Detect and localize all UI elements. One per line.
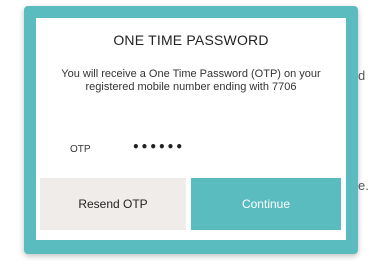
background-text-fragment: e. [358,178,369,193]
resend-otp-button[interactable]: Resend OTP [40,178,186,230]
dialog-title: ONE TIME PASSWORD [113,32,269,48]
otp-input[interactable] [132,138,232,156]
otp-dialog: ONE TIME PASSWORD You will receive a One… [36,18,346,240]
otp-label: OTP [70,144,91,155]
continue-button[interactable]: Continue [191,178,341,230]
background-text-fragment: d [358,68,366,83]
dialog-message: You will receive a One Time Password (OT… [61,68,321,93]
